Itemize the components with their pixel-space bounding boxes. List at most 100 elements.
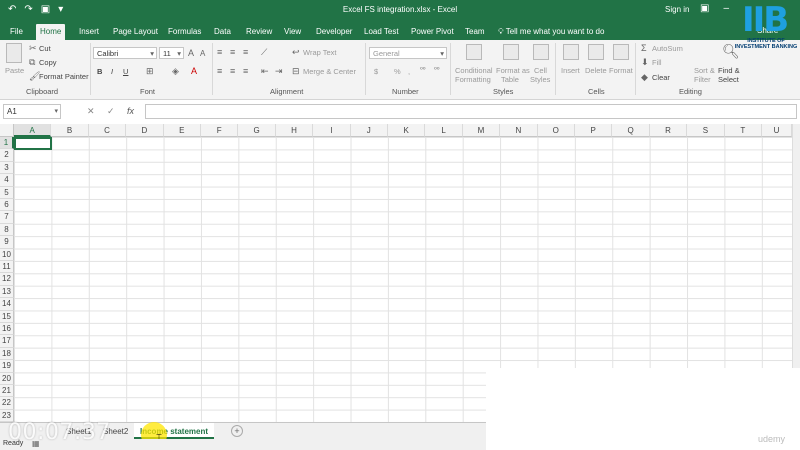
paste-button[interactable]: Paste (5, 66, 24, 75)
row-header[interactable]: 8 (0, 223, 14, 237)
sign-in-link[interactable]: Sign in (665, 5, 689, 14)
row-header[interactable]: 15 (0, 310, 14, 323)
tab-file[interactable]: File (6, 24, 27, 40)
autosum-button[interactable]: AutoSum (652, 44, 683, 53)
active-cell-a1[interactable] (14, 137, 52, 150)
row-header[interactable]: 1 (0, 137, 14, 150)
comma-button[interactable]: , (408, 67, 410, 76)
font-color-icon[interactable]: A (191, 66, 197, 76)
row-header[interactable]: 6 (0, 199, 14, 212)
tab-power-pivot[interactable]: Power Pivot (407, 24, 458, 40)
bold-button[interactable]: B (97, 67, 102, 76)
copy-button[interactable]: Copy (39, 58, 57, 67)
column-header[interactable]: G (238, 124, 276, 137)
row-header[interactable]: 16 (0, 323, 14, 336)
merge-center-button[interactable]: Merge & Center (303, 67, 356, 76)
wrap-text-icon[interactable]: ↩ (292, 47, 300, 58)
column-header[interactable]: A (14, 124, 52, 137)
row-header[interactable]: 19 (0, 360, 14, 373)
align-left-icon[interactable]: ≡ (217, 66, 222, 76)
tab-data[interactable]: Data (210, 24, 235, 40)
tab-home[interactable]: Home (36, 24, 66, 40)
fill-icon[interactable]: ⬇ (641, 57, 649, 68)
align-middle-icon[interactable]: ≡ (230, 47, 235, 57)
cut-icon[interactable]: ✂ (29, 43, 37, 54)
increase-indent-icon[interactable]: ⇥ (275, 66, 283, 77)
tell-me-search[interactable]: 💡︎ Tell me what you want to do (498, 27, 604, 37)
autosum-icon[interactable]: Σ (641, 43, 647, 53)
formula-input[interactable] (145, 104, 797, 119)
borders-icon[interactable]: ⊞ (146, 66, 154, 77)
find-select-button[interactable]: Find & (718, 66, 740, 75)
column-header[interactable]: H (275, 124, 314, 137)
column-header[interactable]: B (51, 124, 89, 137)
row-header[interactable]: 7 (0, 211, 14, 224)
tab-team[interactable]: Team (461, 24, 489, 40)
decrease-font-icon[interactable]: A (200, 49, 205, 58)
sort-filter-button[interactable]: Sort & (694, 66, 715, 75)
name-box[interactable]: A1 ▾ (3, 104, 61, 119)
column-header[interactable]: O (537, 124, 575, 137)
column-header[interactable]: N (500, 124, 538, 137)
column-header[interactable]: F (201, 124, 239, 137)
align-right-icon[interactable]: ≡ (243, 66, 248, 76)
increase-font-icon[interactable]: A (188, 48, 194, 58)
insert-function-icon[interactable]: fx (127, 106, 134, 116)
currency-button[interactable]: $ (374, 67, 378, 76)
row-header[interactable]: 2 (0, 149, 14, 162)
tab-formulas[interactable]: Formulas (164, 24, 205, 40)
row-header[interactable]: 10 (0, 248, 14, 261)
column-header[interactable]: U (762, 124, 792, 137)
column-header[interactable]: P (575, 124, 613, 137)
column-header[interactable]: T (724, 124, 762, 137)
decrease-indent-icon[interactable]: ⇤ (261, 66, 269, 77)
conditional-formatting-icon[interactable] (466, 44, 482, 60)
fill-button[interactable]: Fill (652, 58, 662, 67)
select-all-corner[interactable] (0, 124, 14, 137)
orientation-icon[interactable]: ⟋ (261, 47, 267, 58)
cell-styles-icon[interactable] (533, 44, 549, 60)
add-sheet-icon[interactable]: + (231, 425, 243, 437)
column-header[interactable]: K (388, 124, 426, 137)
row-header[interactable]: 3 (0, 161, 14, 175)
cut-button[interactable]: Cut (39, 44, 51, 53)
tab-insert[interactable]: Insert (75, 24, 103, 40)
column-header[interactable]: J (350, 124, 388, 137)
insert-cells-icon[interactable] (563, 44, 579, 60)
row-header[interactable]: 21 (0, 385, 14, 398)
delete-cells-icon[interactable] (588, 44, 604, 60)
underline-button[interactable]: U (123, 67, 128, 76)
row-header[interactable]: 4 (0, 174, 14, 187)
percent-button[interactable]: % (394, 67, 401, 76)
align-bottom-icon[interactable]: ≡ (243, 47, 248, 57)
format-as-table-icon[interactable] (503, 44, 519, 60)
format-cells-icon[interactable] (613, 44, 629, 60)
column-header[interactable]: C (88, 124, 127, 137)
tab-load-test[interactable]: Load Test (360, 24, 403, 40)
row-header[interactable]: 18 (0, 347, 14, 361)
row-header[interactable]: 20 (0, 372, 14, 385)
column-header[interactable]: R (649, 124, 688, 137)
decrease-decimal-icon[interactable]: ⁰⁰ (434, 66, 440, 74)
column-header[interactable]: L (425, 124, 463, 137)
row-header[interactable]: 11 (0, 261, 14, 274)
delete-cells-button[interactable]: Delete (585, 66, 607, 75)
format-cells-button[interactable]: Format (609, 66, 633, 75)
insert-cells-button[interactable]: Insert (561, 66, 580, 75)
tab-developer[interactable]: Developer (312, 24, 356, 40)
clear-icon[interactable]: ◆ (641, 72, 648, 83)
format-painter-button[interactable]: Format Painter (39, 72, 89, 81)
row-header[interactable]: 9 (0, 236, 14, 249)
row-header[interactable]: 14 (0, 298, 14, 311)
paste-icon[interactable] (6, 43, 22, 63)
column-header[interactable]: S (687, 124, 725, 137)
column-header[interactable]: E (163, 124, 201, 137)
column-header[interactable]: I (313, 124, 351, 137)
wrap-text-button[interactable]: Wrap Text (303, 48, 337, 57)
fill-color-icon[interactable]: ◈ (172, 66, 179, 77)
ribbon-display-options-icon[interactable]: ▣ (700, 3, 709, 14)
row-header[interactable]: 13 (0, 285, 14, 299)
row-header[interactable]: 17 (0, 335, 14, 348)
copy-icon[interactable]: ⧉ (29, 57, 35, 68)
font-size-combo[interactable]: 11 ▾ (159, 47, 184, 59)
